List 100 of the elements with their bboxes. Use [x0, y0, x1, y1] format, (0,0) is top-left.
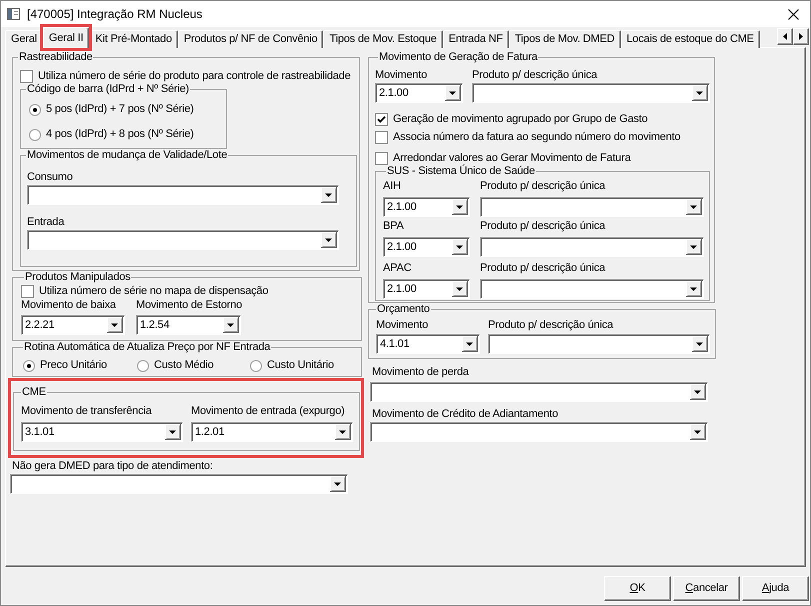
- dropdown-arrow-icon[interactable]: [107, 317, 123, 333]
- dropdown-arrow-icon[interactable]: [452, 199, 468, 215]
- field-label: BPA: [383, 220, 405, 233]
- dropdown-field[interactable]: 1.2.54: [136, 315, 241, 335]
- checkbox[interactable]: [375, 131, 388, 144]
- dropdown-arrow-icon[interactable]: [330, 476, 346, 492]
- dropdown-arrow-icon[interactable]: [692, 85, 708, 101]
- tab[interactable]: Locais de estoque do CME: [620, 30, 760, 48]
- checkbox-label: Associa número da fatura ao segundo número do movimento: [393, 131, 680, 144]
- checkbox-label: Arredondar valores ao Gerar Movimento de Fatura: [393, 152, 631, 164]
- dropdown-field[interactable]: [370, 382, 708, 402]
- group-title: Movimentos de mudança de Validade/Lote: [26, 149, 228, 162]
- group-title: Orçamento: [376, 303, 431, 316]
- tab[interactable]: Produtos p/ NF de Convênio: [178, 30, 324, 48]
- group-title: Produtos Manipulados: [24, 271, 132, 284]
- dropdown-field[interactable]: [27, 230, 339, 250]
- group-title: Rastreabilidade: [18, 51, 94, 64]
- dropdown-arrow-icon[interactable]: [686, 239, 702, 255]
- radio-label: Custo Médio: [154, 359, 214, 372]
- dropdown-field[interactable]: 2.1.00: [383, 237, 470, 257]
- radio-label: Custo Unitário: [267, 359, 334, 372]
- radio-label: Preco Unitário: [40, 359, 107, 372]
- dropdown-arrow-icon[interactable]: [321, 187, 337, 203]
- field-label: Movimento: [375, 69, 428, 82]
- checkbox-label: Geração de movimento agrupado por Grupo de Gasto: [393, 113, 648, 126]
- field-label: Produto p/ descrição única: [480, 262, 606, 275]
- close-icon: [788, 8, 798, 20]
- tab[interactable]: Kit Pré-Montado: [89, 30, 178, 48]
- dropdown-field[interactable]: [472, 83, 710, 103]
- dropdown-arrow-icon[interactable]: [452, 239, 468, 255]
- dropdown-field[interactable]: [27, 185, 339, 205]
- checkbox[interactable]: [375, 152, 388, 165]
- scroll-right-button[interactable]: [793, 28, 809, 45]
- dropdown-arrow-icon[interactable]: [692, 336, 708, 352]
- field-label: AIH: [383, 180, 402, 193]
- dropdown-field[interactable]: 2.1.00: [383, 197, 470, 217]
- app-window-icon: [7, 8, 20, 20]
- dropdown-field[interactable]: [10, 474, 348, 494]
- tab[interactable]: Geral II: [42, 27, 90, 48]
- radio-label: 4 pos (IdPrd) + 8 pos (Nº Série): [46, 128, 194, 141]
- field-label: Produto p/ descrição única: [488, 319, 614, 332]
- dialog-button[interactable]: Cancelar: [673, 576, 740, 601]
- dropdown-field[interactable]: 2.1.00: [383, 279, 470, 299]
- caret-left-icon: [783, 33, 787, 40]
- field-label: Produto p/ descrição única: [480, 220, 606, 233]
- dropdown-field[interactable]: 2.2.21: [21, 315, 125, 335]
- checkbox[interactable]: [375, 113, 388, 126]
- dropdown-field[interactable]: 1.2.01: [191, 422, 353, 442]
- dropdown-field[interactable]: [480, 237, 704, 257]
- field-label: Produto p/ descrição única: [472, 69, 598, 82]
- radio-button[interactable]: [29, 104, 41, 116]
- scroll-left-button[interactable]: [777, 28, 793, 45]
- dropdown-arrow-icon[interactable]: [223, 317, 239, 333]
- dropdown-arrow-icon[interactable]: [445, 85, 461, 101]
- checkbox-label: Utiliza número de série no mapa de dispensação: [39, 285, 268, 298]
- window-title: [470005] Integração RM Nucleus: [27, 8, 202, 20]
- dropdown-arrow-icon[interactable]: [321, 232, 337, 248]
- dropdown-arrow-icon[interactable]: [335, 424, 351, 440]
- radio-button[interactable]: [23, 360, 35, 372]
- checkbox-label: Utiliza número de série do produto para controle de rastreabilidade: [38, 70, 351, 83]
- dialog-button[interactable]: Ajuda: [742, 576, 809, 601]
- dropdown-arrow-icon[interactable]: [690, 384, 706, 400]
- field-label: Movimento de Estorno: [136, 299, 241, 312]
- tab[interactable]: Tipos de Mov. Estoque: [323, 30, 443, 48]
- field-label: Movimento de Crédito de Adiantamento: [372, 408, 560, 421]
- dropdown-field[interactable]: [480, 279, 704, 299]
- tab[interactable]: Geral: [5, 30, 43, 48]
- field-label: APAC: [383, 262, 412, 275]
- dropdown-field[interactable]: [480, 197, 704, 217]
- dropdown-field[interactable]: 3.1.01: [21, 422, 183, 442]
- group-title: CME: [21, 386, 47, 399]
- dropdown-field[interactable]: 4.1.01: [376, 334, 480, 354]
- dropdown-arrow-icon[interactable]: [165, 424, 181, 440]
- radio-button[interactable]: [250, 360, 262, 372]
- dropdown-field[interactable]: [370, 422, 708, 442]
- checkbox[interactable]: [21, 285, 34, 298]
- field-label: Movimento: [376, 319, 429, 332]
- dropdown-arrow-icon[interactable]: [686, 199, 702, 215]
- field-label: Movimento de perda: [372, 366, 470, 379]
- dropdown-arrow-icon[interactable]: [452, 281, 468, 297]
- tab[interactable]: Entrada NF: [442, 30, 509, 48]
- group-title: Código de barra (IdPrd + Nº Série): [26, 83, 190, 96]
- dropdown-arrow-icon[interactable]: [462, 336, 478, 352]
- radio-label: 5 pos (IdPrd) + 7 pos (Nº Série): [46, 103, 194, 116]
- radio-button[interactable]: [29, 128, 41, 140]
- radio-button[interactable]: [137, 360, 149, 372]
- dropdown-arrow-icon[interactable]: [690, 424, 706, 440]
- checkbox[interactable]: [20, 70, 33, 83]
- dialog-button[interactable]: OK: [604, 576, 671, 601]
- dropdown-field[interactable]: 2.1.00: [375, 83, 463, 103]
- dropdown-arrow-icon[interactable]: [686, 281, 702, 297]
- group-title: SUS - Sistema Único de Saúde: [386, 165, 536, 178]
- field-label: Não gera DMED para tipo de atendimento:: [12, 460, 214, 473]
- field-label: Produto p/ descrição única: [480, 180, 606, 193]
- field-label: Movimento de entrada (expurgo): [191, 405, 346, 418]
- caret-right-icon: [799, 33, 803, 40]
- field-label: Movimento de baixa: [21, 299, 117, 312]
- tab[interactable]: Tipos de Mov. DMED: [508, 30, 621, 48]
- dropdown-field[interactable]: [488, 334, 710, 354]
- group-title: Rotina Automática de Atualiza Preço por NF Entrada: [23, 341, 272, 354]
